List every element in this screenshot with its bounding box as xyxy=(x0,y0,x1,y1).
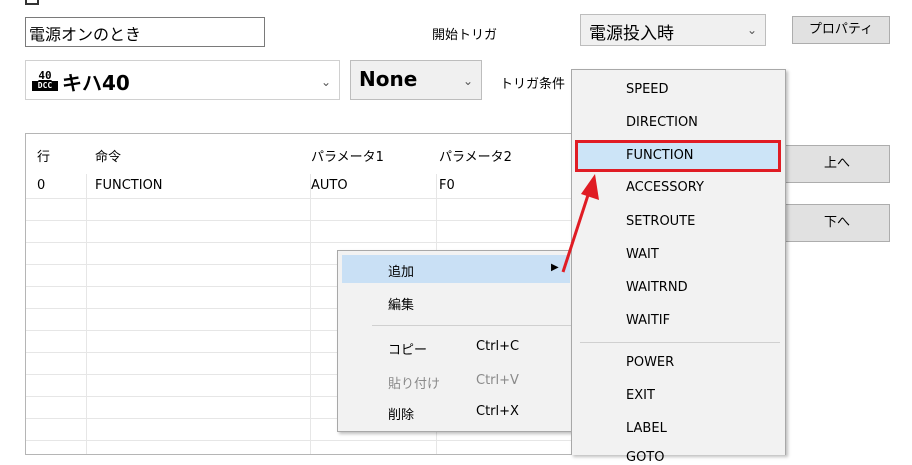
submenu-item-accessory[interactable]: ACCESSORY xyxy=(626,180,704,195)
column-header-param1[interactable]: パラメータ1 xyxy=(311,146,384,165)
option-value: None xyxy=(359,67,418,91)
row-command: FUNCTION xyxy=(95,178,163,193)
submenu-item-waitif[interactable]: WAITIF xyxy=(626,313,670,328)
menu-item-add[interactable] xyxy=(342,255,570,283)
chevron-down-icon: ⌄ xyxy=(462,74,473,88)
submenu-item-wait[interactable]: WAIT xyxy=(626,247,659,262)
name-input[interactable]: 電源オンのとき xyxy=(25,17,265,47)
submenu-item-goto[interactable]: GOTO xyxy=(626,450,664,465)
menu-item-paste[interactable]: 貼り付け xyxy=(388,373,440,392)
top-edge-fragment xyxy=(25,0,39,5)
column-header-command[interactable]: 命令 xyxy=(95,146,121,165)
menu-item-delete[interactable]: 削除 xyxy=(388,404,414,423)
context-menu: 追加 ▶ 編集 コピー Ctrl+C 貼り付け Ctrl+V 削除 Ctrl+X xyxy=(337,250,577,432)
row-index: 0 xyxy=(37,178,46,193)
move-down-button[interactable]: 下へ xyxy=(784,204,890,242)
move-up-button[interactable]: 上へ xyxy=(784,145,890,183)
dcc-badge-text: DCC xyxy=(32,81,58,91)
column-header-param2[interactable]: パラメータ2 xyxy=(439,146,512,165)
chevron-down-icon: ⌄ xyxy=(320,75,331,89)
start-trigger-label: 開始トリガ xyxy=(432,28,498,43)
submenu-item-power[interactable]: POWER xyxy=(626,355,674,370)
menu-item-edit[interactable]: 編集 xyxy=(388,294,414,313)
start-trigger-value: 電源投入時 xyxy=(589,24,674,44)
submenu-item-speed[interactable]: SPEED xyxy=(626,82,669,97)
menu-item-copy-shortcut: Ctrl+C xyxy=(476,339,520,354)
row-param1: AUTO xyxy=(311,178,348,193)
menu-item-delete-shortcut: Ctrl+X xyxy=(476,404,519,419)
dcc-badge-number: 40 xyxy=(38,69,52,82)
submenu-item-label[interactable]: LABEL xyxy=(626,421,667,436)
row-param2: F0 xyxy=(439,178,455,193)
dcc-logo-icon: 40 DCC xyxy=(32,70,58,94)
option-select[interactable]: None ⌄ xyxy=(350,60,482,100)
submenu-item-exit[interactable]: EXIT xyxy=(626,388,655,403)
properties-button[interactable]: プロパティ xyxy=(792,16,890,44)
annotation-arrow-icon xyxy=(561,174,599,273)
trigger-condition-label: トリガ条件 xyxy=(500,77,566,92)
loco-select[interactable]: 40 DCC キハ40 ⌄ xyxy=(25,60,340,100)
submenu-item-direction[interactable]: DIRECTION xyxy=(626,115,698,130)
menu-item-paste-shortcut: Ctrl+V xyxy=(476,373,519,388)
menu-item-copy[interactable]: コピー xyxy=(388,339,427,358)
chevron-down-icon: ⌄ xyxy=(746,23,757,37)
column-header-row[interactable]: 行 xyxy=(37,146,50,165)
loco-name: キハ40 xyxy=(62,71,130,95)
submenu-item-setroute[interactable]: SETROUTE xyxy=(626,214,695,229)
submenu-item-waitrnd[interactable]: WAITRND xyxy=(626,280,688,295)
submenu-item-function[interactable]: FUNCTION xyxy=(626,148,694,163)
menu-item-add-label: 追加 xyxy=(388,265,415,280)
start-trigger-select[interactable]: 電源投入時 ⌄ xyxy=(580,14,766,46)
